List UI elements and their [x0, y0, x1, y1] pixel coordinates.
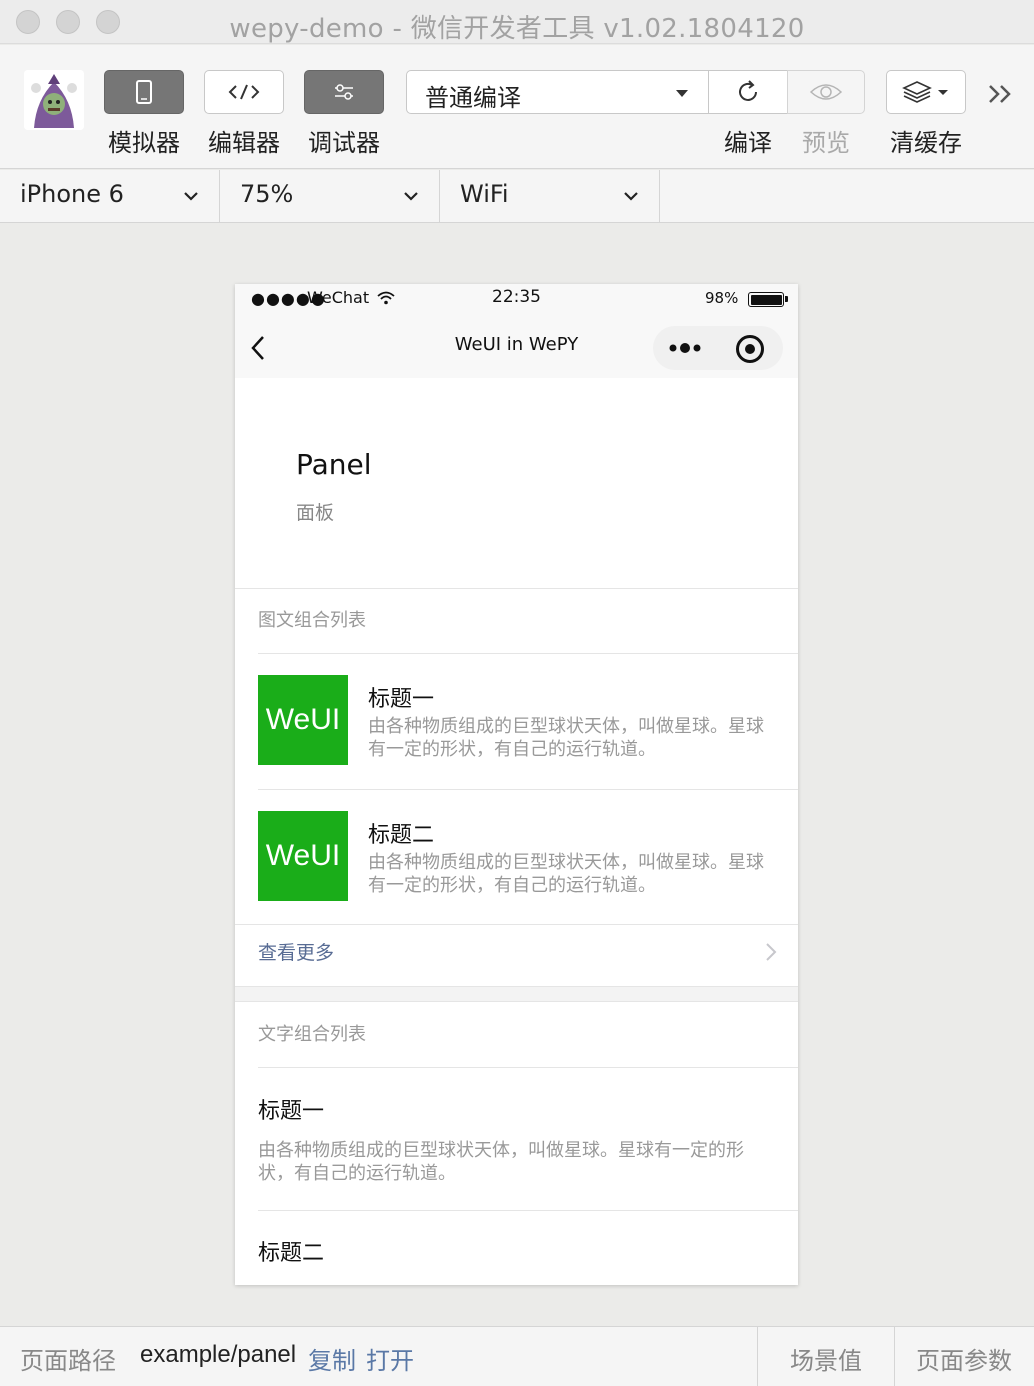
divider	[757, 1327, 758, 1386]
media-panel-header: 图文组合列表	[258, 610, 366, 631]
chevron-down-icon	[184, 192, 198, 201]
chevron-down-icon	[404, 192, 418, 201]
media-title: 标题一	[368, 687, 435, 712]
device-bar: iPhone 6 75% WiFi	[0, 170, 1034, 223]
page-description: 面板	[296, 502, 335, 524]
page-params-button[interactable]: 页面参数	[916, 1341, 1012, 1376]
clear-cache-label: 清缓存	[890, 129, 962, 157]
double-chevron-right-icon	[989, 85, 1011, 103]
debugger-label: 调试器	[308, 129, 380, 157]
code-icon	[228, 84, 260, 100]
divider	[258, 1067, 798, 1068]
media-list-item[interactable]: WeUI 标题二 由各种物质组成的巨型球状天体，叫做星球。星球有一定的形状，有自…	[258, 789, 798, 924]
compile-mode-value: 普通编译	[425, 84, 521, 112]
toolbar-more-button[interactable]	[984, 79, 1018, 109]
main-toolbar: 模拟器 编辑器 调试器 普通编译 编译 预览 清缓存	[0, 45, 1034, 169]
page-title: Panel	[296, 448, 372, 481]
refresh-icon	[739, 80, 757, 101]
scene-value-button[interactable]: 场景值	[790, 1341, 862, 1376]
panel-gap	[235, 987, 798, 1001]
zoom-select[interactable]: 75%	[220, 170, 440, 223]
media-list-item[interactable]: WeUI 标题一 由各种物质组成的巨型球状天体，叫做星球。星球有一定的形状，有自…	[258, 653, 798, 788]
media-description: 由各种物质组成的巨型球状天体，叫做星球。星球有一定的形状，有自己的运行轨道。	[368, 852, 764, 896]
close-miniprogram-icon[interactable]	[736, 335, 764, 363]
view-more-link[interactable]: 查看更多	[258, 938, 334, 965]
battery-icon	[748, 292, 788, 307]
debug-icon	[335, 84, 353, 100]
text-item-title[interactable]: 标题一	[258, 1093, 324, 1125]
phone-nav-bar: WeUI in WePY	[235, 314, 798, 378]
media-thumbnail: WeUI	[258, 811, 348, 901]
zoom-value: 75%	[240, 180, 294, 208]
bottom-status-bar: 页面路径 example/panel 复制 打开 场景值 页面参数	[0, 1326, 1034, 1386]
page-path-value: example/panel	[140, 1341, 297, 1368]
text-item-description: 由各种物质组成的巨型球状天体，叫做星球。星球有一定的形状，有自己的运行轨道。	[258, 1140, 744, 1184]
window-title: wepy-demo - 微信开发者工具 v1.02.1804120	[229, 14, 805, 44]
phone-simulator: ●●●●● WeChat 22:35 98% WeUI in WePY Pane…	[235, 284, 798, 1285]
preview-label: 预览	[802, 129, 850, 157]
copy-path-link[interactable]: 复制	[308, 1341, 356, 1376]
media-thumbnail: WeUI	[258, 675, 348, 765]
chevron-down-icon	[624, 192, 638, 201]
device-select[interactable]: iPhone 6	[0, 170, 220, 223]
preview-button[interactable]	[787, 70, 865, 114]
network-value: WiFi	[460, 180, 509, 208]
divider	[235, 924, 798, 925]
compile-button[interactable]	[708, 70, 788, 114]
battery-percent: 98%	[705, 289, 739, 307]
network-select[interactable]: WiFi	[440, 170, 660, 223]
capsule-menu	[653, 326, 783, 370]
phone-status-bar: ●●●●● WeChat 22:35 98%	[235, 284, 798, 314]
page-path-label: 页面路径	[20, 1347, 116, 1375]
simulator-button[interactable]	[104, 70, 184, 114]
caret-down-icon	[676, 90, 688, 97]
media-description: 由各种物质组成的巨型球状天体，叫做星球。星球有一定的形状，有自己的运行轨道。	[368, 716, 764, 760]
device-value: iPhone 6	[20, 180, 124, 208]
divider	[235, 1001, 798, 1002]
editor-label: 编辑器	[208, 129, 280, 157]
compile-mode-select[interactable]: 普通编译	[406, 70, 709, 114]
layers-icon	[902, 81, 948, 103]
phone-icon	[136, 80, 152, 104]
media-title: 标题二	[368, 823, 435, 848]
divider	[894, 1327, 895, 1386]
page-content: Panel 面板 图文组合列表 WeUI 标题一 由各种物质组成的巨型球状天体，…	[235, 378, 798, 1285]
chevron-right-icon	[766, 943, 777, 961]
clear-cache-button[interactable]	[886, 70, 966, 114]
avatar-image	[24, 70, 84, 130]
divider	[258, 1210, 798, 1211]
open-path-link[interactable]: 打开	[366, 1341, 414, 1376]
simulator-label: 模拟器	[108, 129, 180, 157]
editor-button[interactable]	[204, 70, 284, 114]
text-item-title[interactable]: 标题二	[258, 1235, 324, 1267]
divider	[235, 588, 798, 589]
more-dots-icon[interactable]	[667, 333, 703, 363]
user-avatar[interactable]	[24, 70, 84, 130]
debugger-button[interactable]	[304, 70, 384, 114]
text-panel-header: 文字组合列表	[258, 1024, 366, 1045]
eye-icon	[809, 84, 843, 100]
window-titlebar: wepy-demo - 微信开发者工具 v1.02.1804120	[0, 0, 1034, 44]
